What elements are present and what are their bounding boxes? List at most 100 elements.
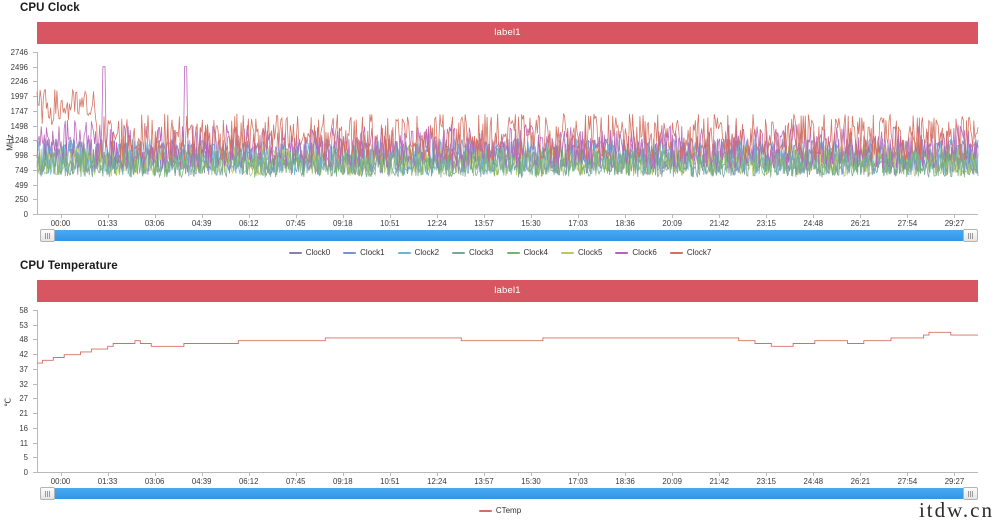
y-tick-label: 32 xyxy=(19,379,28,389)
y-tick-label: 16 xyxy=(19,423,28,433)
x-tick-label: 09:18 xyxy=(333,219,353,228)
x-tick-label: 29:27 xyxy=(944,219,965,228)
x-tick-label: 23:15 xyxy=(756,219,777,228)
x-tick-label: 17:03 xyxy=(568,477,588,486)
y-tick-label: 2246 xyxy=(10,77,28,87)
y-tick-mark xyxy=(33,52,37,53)
legend-label: Clock1 xyxy=(360,248,385,257)
x-tick-label: 12:24 xyxy=(427,477,447,486)
y-tick-mark xyxy=(33,199,37,201)
temp-slider-track[interactable] xyxy=(40,488,978,499)
x-tick-mark xyxy=(813,472,815,476)
y-tick-label: 998 xyxy=(14,151,28,161)
x-tick-mark xyxy=(766,214,768,218)
x-tick-label: 07:45 xyxy=(286,219,306,228)
y-tick-label: 749 xyxy=(14,165,28,175)
x-tick-label: 26:21 xyxy=(850,477,871,486)
x-tick-mark xyxy=(578,214,580,218)
x-tick-mark xyxy=(154,472,156,476)
x-tick-label: 17:03 xyxy=(568,219,588,228)
x-tick-mark xyxy=(860,214,862,218)
x-tick-mark xyxy=(531,472,533,476)
y-tick-mark xyxy=(33,214,37,215)
y-tick-mark xyxy=(33,383,37,385)
clock-slider-left-handle[interactable] xyxy=(40,229,55,242)
legend-swatch-icon xyxy=(560,251,574,254)
clock-slider-right-handle[interactable] xyxy=(963,229,978,242)
y-tick-label: 11 xyxy=(19,438,28,448)
x-tick-label: 18:36 xyxy=(615,477,635,486)
legend-swatch-icon xyxy=(288,251,302,254)
y-tick-mark xyxy=(33,66,37,68)
page-title-cpu-temperature: CPU Temperature xyxy=(20,260,118,272)
cpu-clock-series-traces xyxy=(36,66,979,179)
x-tick-label: 01:33 xyxy=(97,219,118,228)
series-path-ctemp xyxy=(37,331,978,364)
x-tick-label: 13:57 xyxy=(474,477,494,486)
legend-swatch-icon xyxy=(343,251,357,254)
x-tick-label: 13:57 xyxy=(474,219,494,228)
x-tick-mark xyxy=(907,214,909,218)
y-tick-label: 2496 xyxy=(10,62,28,72)
cpu-temperature-panel: CPU Temperature label1 ℃ 58 53 48 42 37 32 27 2… xyxy=(0,258,1000,525)
x-tick-mark xyxy=(248,472,250,476)
grip-icon xyxy=(45,490,50,497)
legend-swatch-icon xyxy=(452,251,466,254)
legend-item-clock4[interactable]: Clock4 xyxy=(506,248,548,257)
x-tick-mark xyxy=(483,472,485,476)
y-tick-mark xyxy=(33,324,37,326)
clock-slider-track[interactable] xyxy=(40,230,978,241)
x-tick-mark xyxy=(201,214,203,218)
temp-slider-left-handle[interactable] xyxy=(40,487,55,500)
legend-item-clock2[interactable]: Clock2 xyxy=(397,248,439,257)
legend-label: Clock7 xyxy=(686,248,712,257)
x-tick-mark xyxy=(672,214,674,218)
y-tick-mark xyxy=(33,339,37,341)
x-tick-label: 29:27 xyxy=(944,477,965,486)
x-tick-mark xyxy=(954,472,956,476)
y-tick-mark xyxy=(33,125,37,127)
legend-item-clock7[interactable]: Clock7 xyxy=(669,248,712,257)
legend-item-ctemp[interactable]: CTemp xyxy=(478,506,521,515)
grip-icon xyxy=(968,232,973,239)
y-tick-mark xyxy=(33,413,37,415)
x-tick-label: 06:12 xyxy=(238,219,259,228)
x-tick-mark xyxy=(201,472,203,476)
y-tick-mark xyxy=(33,310,37,311)
y-tick-label: 1498 xyxy=(10,121,28,131)
y-tick-label: 48 xyxy=(19,335,28,345)
x-tick-label: 10:51 xyxy=(380,219,400,228)
x-tick-mark xyxy=(295,214,297,218)
legend-item-clock5[interactable]: Clock5 xyxy=(560,248,602,257)
y-tick-label: 37 xyxy=(19,364,28,374)
cpu-clock-panel: CPU Clock label1 MHz 2746 2496 2246 1997 174… xyxy=(0,0,1000,268)
y-tick-mark xyxy=(33,169,37,171)
x-tick-label: 21:42 xyxy=(709,219,729,228)
y-tick-mark xyxy=(33,472,37,473)
legend-label: Clock6 xyxy=(632,248,657,257)
x-tick-mark xyxy=(907,472,909,476)
x-tick-mark xyxy=(342,214,344,218)
legend-item-clock1[interactable]: Clock1 xyxy=(343,248,385,257)
x-tick-mark xyxy=(483,214,485,218)
legend-item-clock6[interactable]: Clock6 xyxy=(615,248,657,257)
y-tick-label: 2746 xyxy=(10,48,28,57)
x-tick-mark xyxy=(860,472,862,476)
y-tick-mark xyxy=(33,457,37,459)
x-tick-mark xyxy=(625,472,627,476)
x-tick-label: 03:06 xyxy=(144,219,165,228)
legend-item-clock3[interactable]: Clock3 xyxy=(452,248,494,257)
y-tick-label: 0 xyxy=(23,468,28,477)
legend-item-clock0[interactable]: Clock0 xyxy=(288,248,331,257)
x-tick-mark xyxy=(389,214,391,218)
clock-range-slider[interactable] xyxy=(40,229,978,242)
legend-label: Clock0 xyxy=(305,248,331,257)
x-tick-label: 15:30 xyxy=(521,219,541,228)
temp-range-slider[interactable] xyxy=(40,487,978,500)
y-tick-label: 1248 xyxy=(10,136,28,146)
x-tick-label: 27:54 xyxy=(897,219,918,228)
x-tick-mark xyxy=(248,214,250,218)
chart-label-banner-temp: label1 xyxy=(37,280,978,302)
watermark-text: itdw.cn xyxy=(918,498,994,522)
y-tick-label: 42 xyxy=(19,350,28,360)
